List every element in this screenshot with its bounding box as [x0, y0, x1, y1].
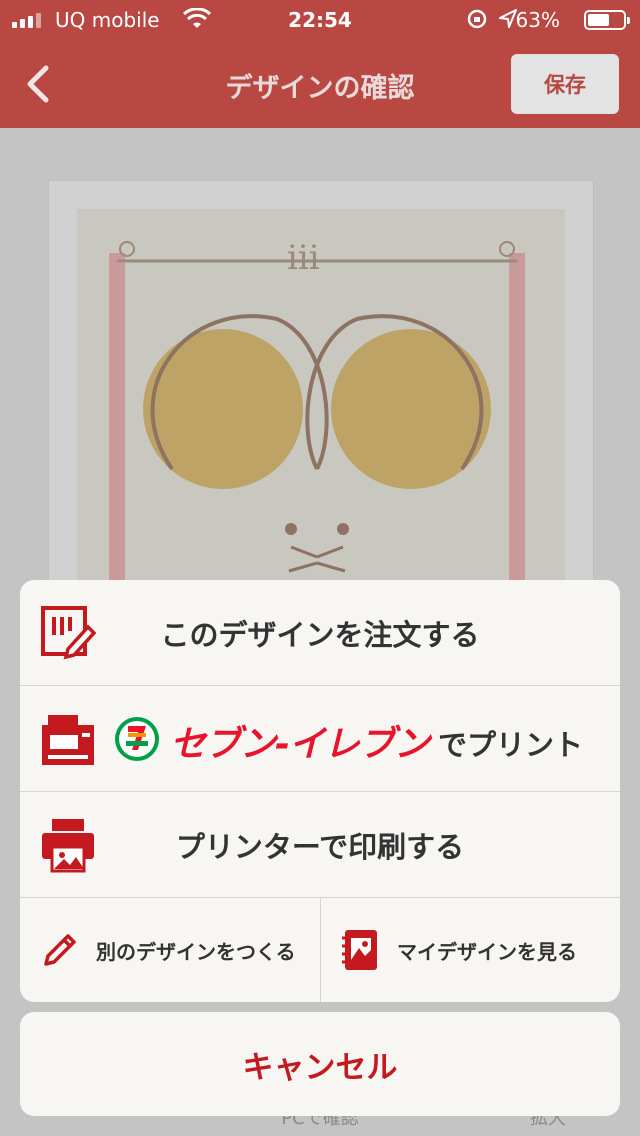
navigation-bar: デザインの確認 保存	[0, 40, 640, 128]
seven-eleven-print-option[interactable]: セブン-イレブン でプリント	[20, 686, 620, 792]
seven-eleven-logo	[115, 717, 159, 761]
order-design-option[interactable]: このデザインを注文する	[20, 580, 620, 686]
my-design-label: マイデザインを見る	[397, 939, 577, 964]
seven-eleven-wordmark: セブン-イレブン	[170, 724, 430, 765]
multifunction-printer-icon	[42, 715, 94, 765]
cancel-button[interactable]: キャンセル	[20, 1012, 620, 1116]
new-design-label: 別のデザインをつくる	[96, 939, 296, 964]
design-book-icon	[342, 930, 377, 970]
crown-ornament: iii	[287, 238, 320, 278]
pencil-icon	[44, 934, 76, 966]
order-design-label: このデザインを注文する	[160, 617, 480, 652]
orientation-lock-icon	[467, 9, 487, 29]
battery-icon	[584, 10, 630, 30]
status-bar: UQ mobile 22:54 63%	[0, 0, 640, 40]
printer-print-label: プリンターで印刷する	[175, 829, 465, 864]
new-design-button[interactable]: 別のデザインをつくる	[20, 898, 321, 1002]
battery-percent: 63%	[515, 8, 560, 32]
save-button[interactable]: 保存	[511, 54, 619, 114]
my-design-button[interactable]: マイデザインを見る	[321, 898, 620, 1002]
seven-eleven-print-label: でプリント	[438, 728, 584, 762]
printer-print-option[interactable]: プリンターで印刷する	[20, 792, 620, 898]
action-sheet: このデザインを注文する セブン-イレブン でプリント プリンターで印刷する 別の…	[20, 580, 620, 1002]
